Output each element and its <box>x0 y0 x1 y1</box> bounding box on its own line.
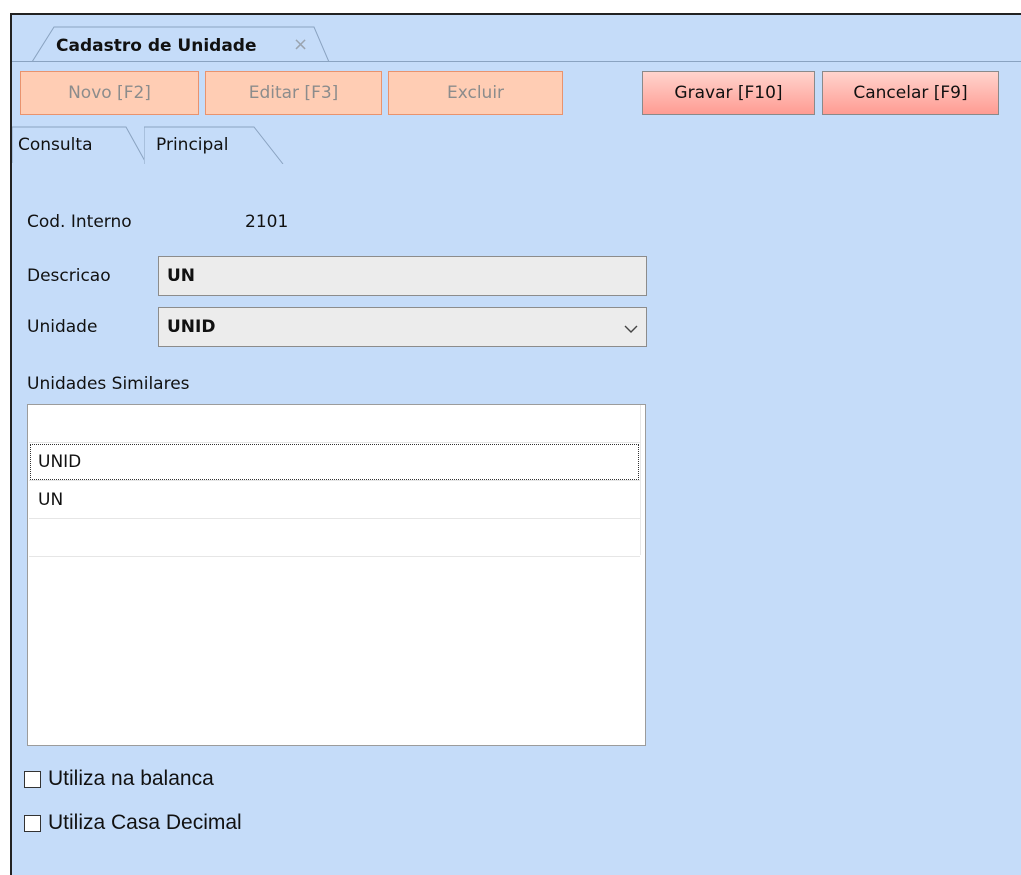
unidade-select[interactable]: UNID <box>158 307 647 347</box>
editar-button[interactable]: Editar [F3] <box>205 71 382 115</box>
tab-consulta[interactable]: Consulta <box>12 126 147 164</box>
tab-consulta-label: Consulta <box>18 135 93 155</box>
chevron-down-icon[interactable] <box>624 324 638 334</box>
tab-principal-label: Principal <box>156 135 229 155</box>
casa-decimal-label[interactable]: Utiliza Casa Decimal <box>48 811 242 835</box>
descricao-value: UN <box>167 266 196 286</box>
unidade-value: UNID <box>167 317 216 337</box>
cod-interno-value: 2101 <box>245 212 289 232</box>
balanca-checkbox[interactable] <box>24 771 41 788</box>
list-item-label: UN <box>38 490 64 510</box>
cod-interno-label: Cod. Interno <box>27 212 132 232</box>
novo-button[interactable]: Novo [F2] <box>20 71 199 115</box>
document-tab[interactable]: Cadastro de Unidade × <box>32 26 330 62</box>
gravar-button[interactable]: Gravar [F10] <box>642 71 815 115</box>
screen: Cadastro de Unidade × Novo [F2] Editar [… <box>0 0 1021 875</box>
close-icon[interactable]: × <box>293 34 308 55</box>
column-divider <box>640 405 641 555</box>
similares-label: Unidades Similares <box>27 374 190 394</box>
unidade-label: Unidade <box>27 317 98 337</box>
tab-strip-border <box>12 61 1021 62</box>
excluir-button[interactable]: Excluir <box>388 71 563 115</box>
descricao-label: Descricao <box>27 266 111 286</box>
cancelar-button[interactable]: Cancelar [F9] <box>822 71 999 115</box>
balanca-label[interactable]: Utiliza na balanca <box>48 767 214 791</box>
list-item[interactable]: UN <box>29 481 640 519</box>
list-header-row <box>29 405 640 443</box>
casa-decimal-checkbox[interactable] <box>24 815 41 832</box>
list-item[interactable]: UNID <box>29 443 640 481</box>
list-item-empty[interactable] <box>29 519 640 557</box>
similares-list[interactable]: UNID UN <box>27 404 646 746</box>
descricao-field[interactable]: UN <box>158 256 647 296</box>
document-tab-title: Cadastro de Unidade <box>56 36 257 56</box>
tab-principal[interactable]: Principal <box>144 126 284 164</box>
list-item-label: UNID <box>38 452 82 472</box>
